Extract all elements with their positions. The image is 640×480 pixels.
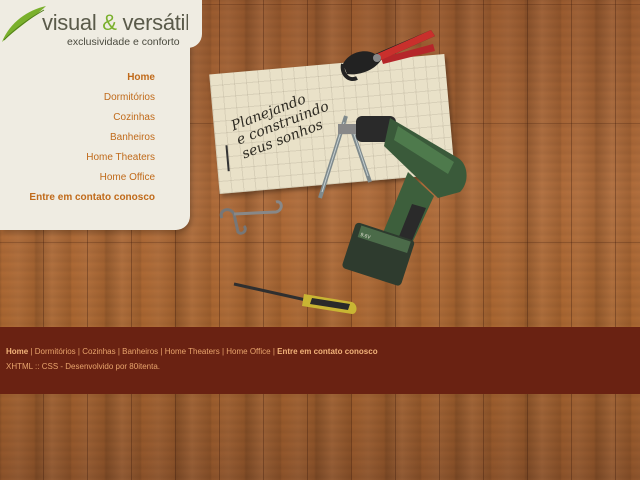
footer-separator: | (77, 347, 80, 356)
pliers-icon (340, 30, 435, 81)
footer-link-home[interactable]: Home (6, 347, 28, 356)
logo-tagline: exclusividade e conforto (67, 36, 180, 48)
screwdriver-icon (233, 282, 357, 314)
menu-item-cozinhas[interactable]: Cozinhas (29, 108, 155, 128)
footer-link-banheiros[interactable]: Banheiros (122, 347, 158, 356)
menu-item-home-office[interactable]: Home Office (29, 168, 155, 188)
note-bar (225, 145, 230, 172)
logo-brand-part2: versátil (122, 10, 190, 35)
logo-brand-amp: & (102, 10, 117, 35)
footer-separator: | (30, 347, 33, 356)
footer-link-home-theaters[interactable]: Home Theaters (165, 347, 220, 356)
leaf-logo-icon (2, 6, 46, 42)
menu-item-contato[interactable]: Entre em contato conosco (29, 188, 155, 208)
footer-nav: Home | Dormitórios | Cozinhas | Banheiro… (6, 347, 378, 356)
menu-item-home-theaters[interactable]: Home Theaters (29, 148, 155, 168)
logo-brand-part1: visual (42, 10, 97, 35)
footer: Home | Dormitórios | Cozinhas | Banheiro… (0, 327, 640, 394)
footer-link-contato[interactable]: Entre em contato conosco (277, 347, 377, 356)
logo-panel-tab (188, 0, 202, 48)
footer-separator: | (272, 347, 275, 356)
menu-panel: visual & versátil exclusividade e confor… (0, 0, 190, 230)
footer-link-home-office[interactable]: Home Office (226, 347, 270, 356)
footer-separator: | (221, 347, 225, 356)
main-menu: Home Dormitórios Cozinhas Banheiros Home… (29, 68, 155, 208)
footer-link-cozinhas[interactable]: Cozinhas (82, 347, 115, 356)
logo-brand: visual & versátil (42, 10, 190, 36)
menu-item-banheiros[interactable]: Banheiros (29, 128, 155, 148)
footer-separator: | (160, 347, 163, 356)
menu-item-home[interactable]: Home (29, 68, 155, 88)
hook-icon (219, 200, 283, 235)
menu-item-dormitorios[interactable]: Dormitórios (29, 88, 155, 108)
footer-separator: | (117, 347, 120, 356)
footer-credit: XHTML :: CSS - Desenvolvido por 80itenta… (6, 362, 160, 371)
footer-link-dormitorios[interactable]: Dormitórios (35, 347, 76, 356)
cordless-drill-icon: 9.6V (338, 116, 467, 286)
logo[interactable]: visual & versátil exclusividade e confor… (0, 0, 200, 52)
